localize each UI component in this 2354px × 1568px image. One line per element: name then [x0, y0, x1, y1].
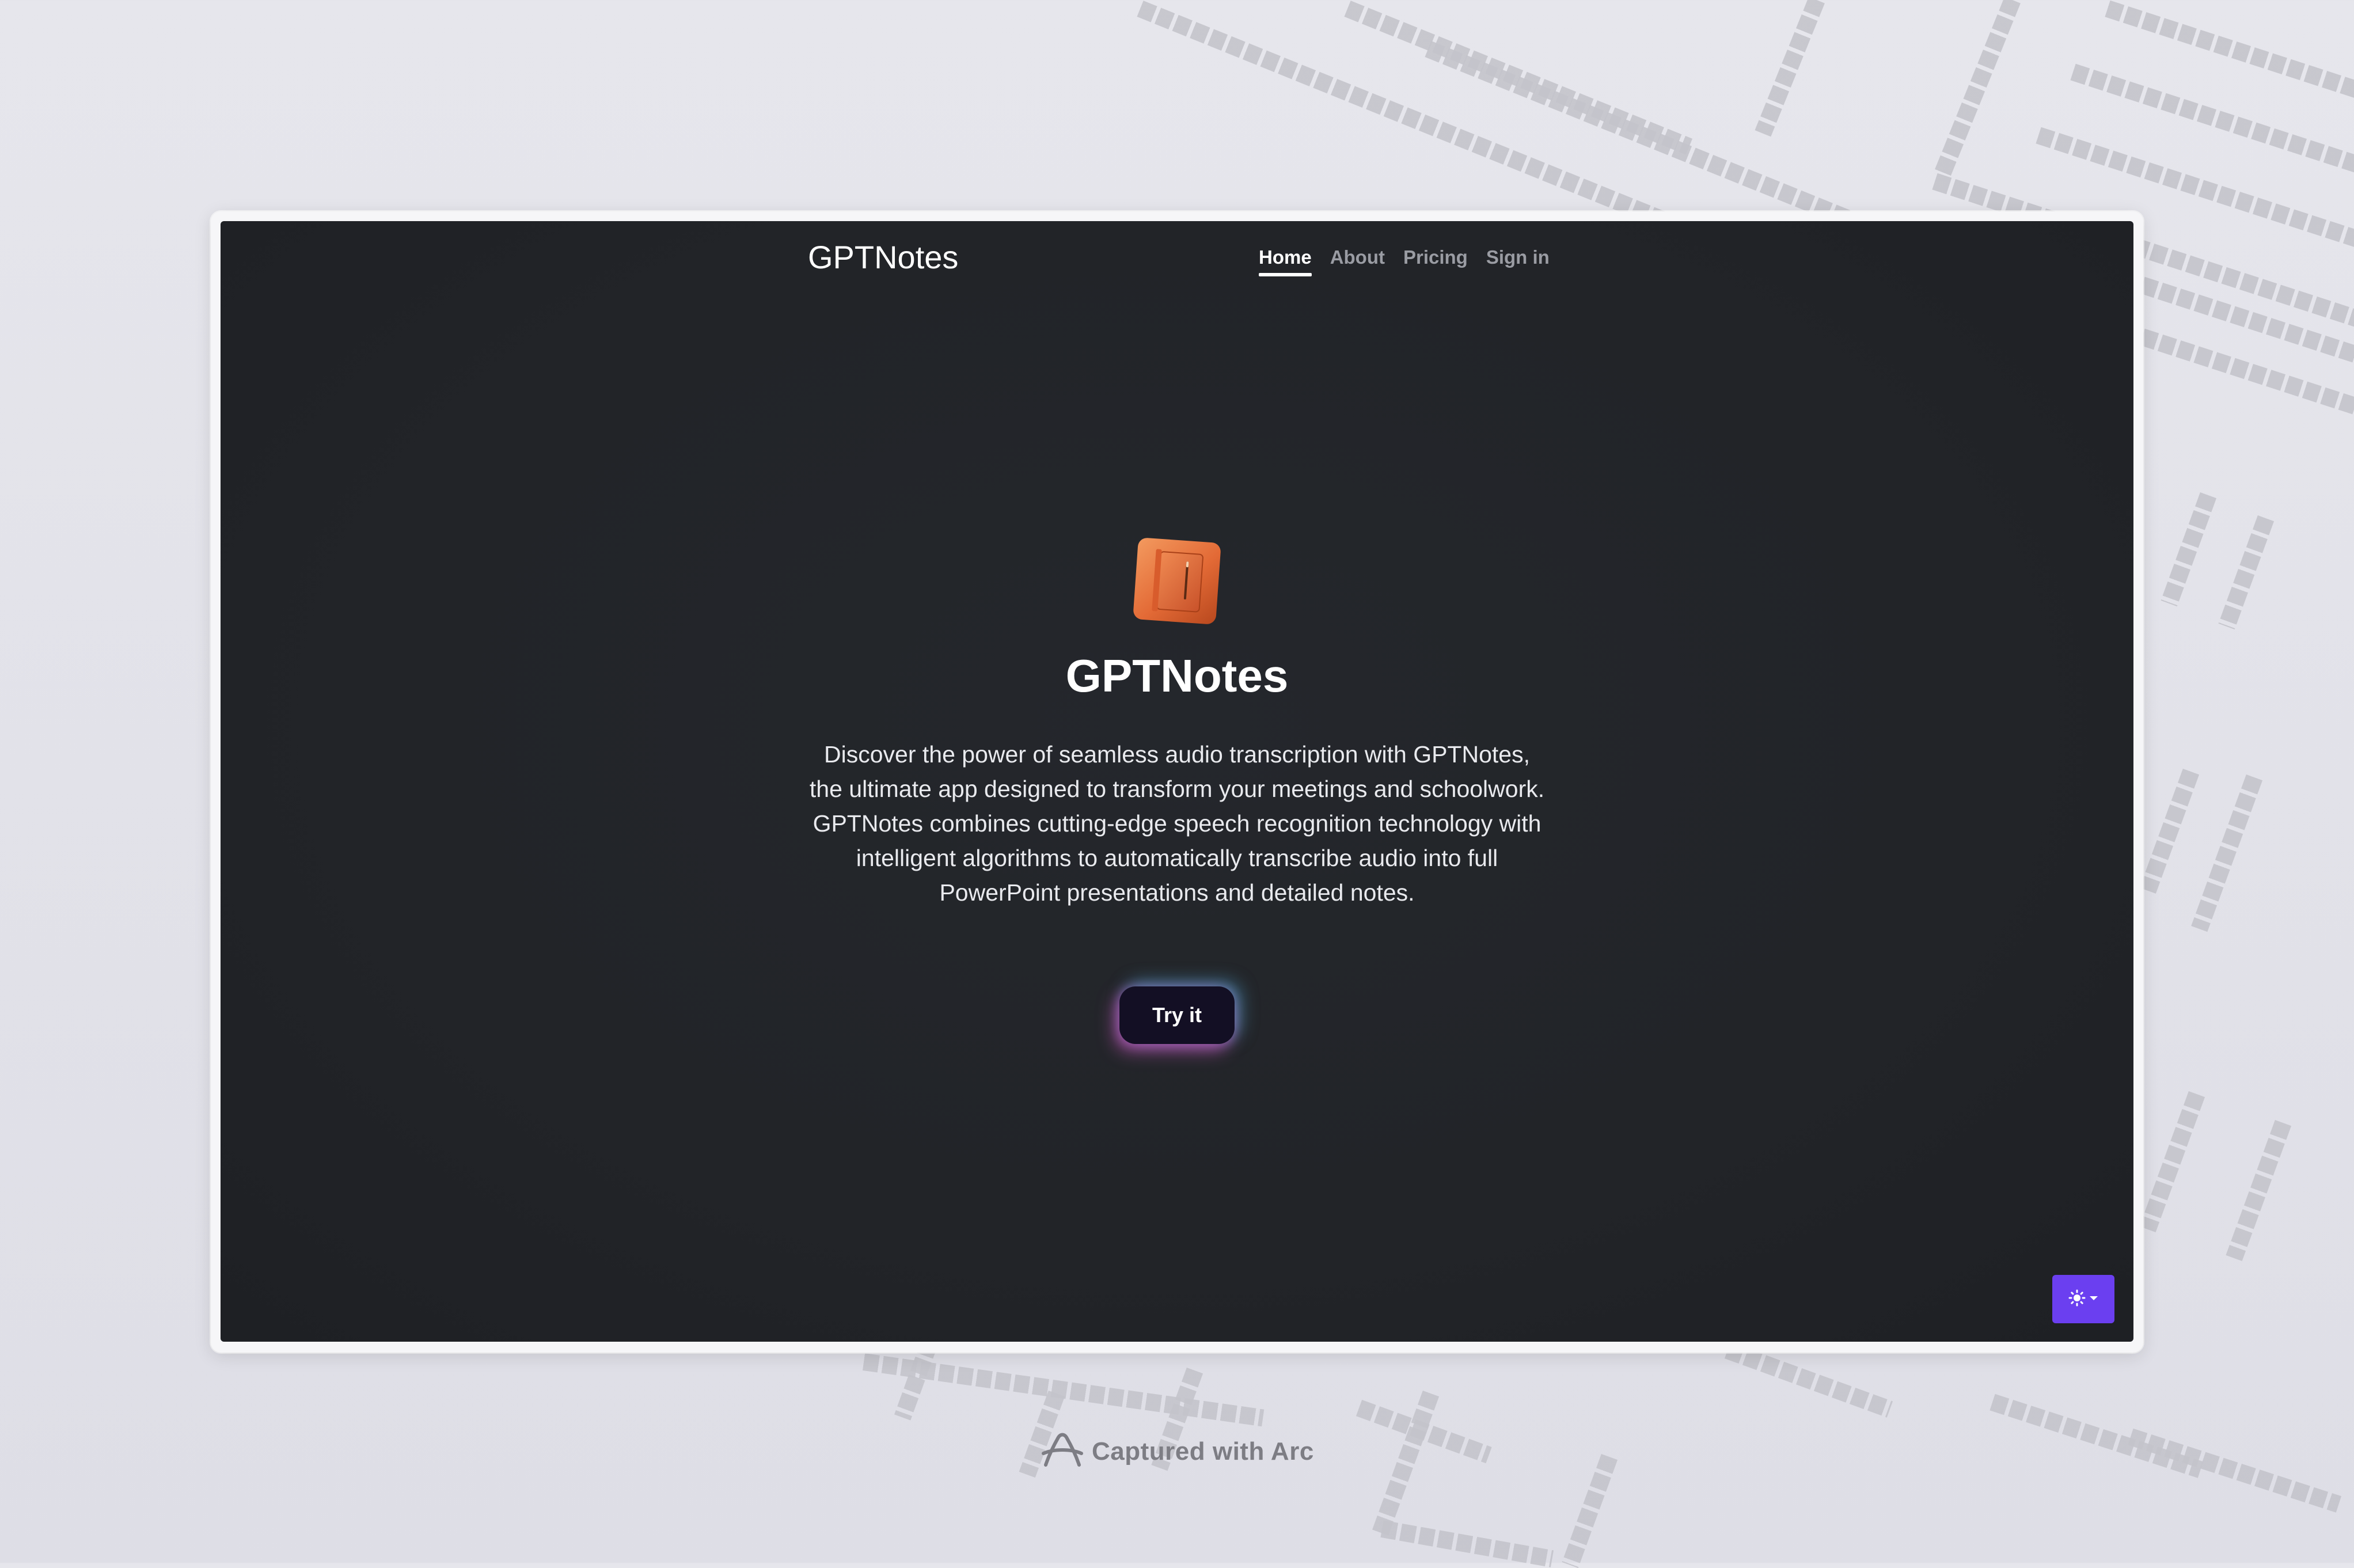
nav-link-about[interactable]: About: [1330, 246, 1385, 276]
sun-icon: [2068, 1289, 2086, 1309]
arc-logo-icon: [1041, 1432, 1084, 1471]
theme-toggle-button[interactable]: [2052, 1275, 2114, 1323]
nav-link-pricing[interactable]: Pricing: [1403, 246, 1468, 276]
nav-link-sign-in[interactable]: Sign in: [1486, 246, 1550, 276]
hero-title: GPTNotes: [1065, 650, 1289, 701]
app-screen: GPTNotes Home About Pricing Sign in GPTN…: [221, 221, 2133, 1342]
footer-text: Captured with Arc: [1092, 1437, 1314, 1466]
capture-footer: Captured with Arc: [1041, 1432, 1314, 1471]
hero-description: Discover the power of seamless audio tra…: [809, 741, 1545, 906]
chevron-down-icon: [2089, 1294, 2098, 1304]
nav-link-home[interactable]: Home: [1259, 246, 1312, 276]
notebook-icon: [1131, 536, 1223, 627]
try-it-button[interactable]: Try it: [1119, 986, 1235, 1044]
nav-menu: Home About Pricing Sign in: [1259, 246, 1550, 276]
nav-brand[interactable]: GPTNotes: [808, 238, 958, 276]
